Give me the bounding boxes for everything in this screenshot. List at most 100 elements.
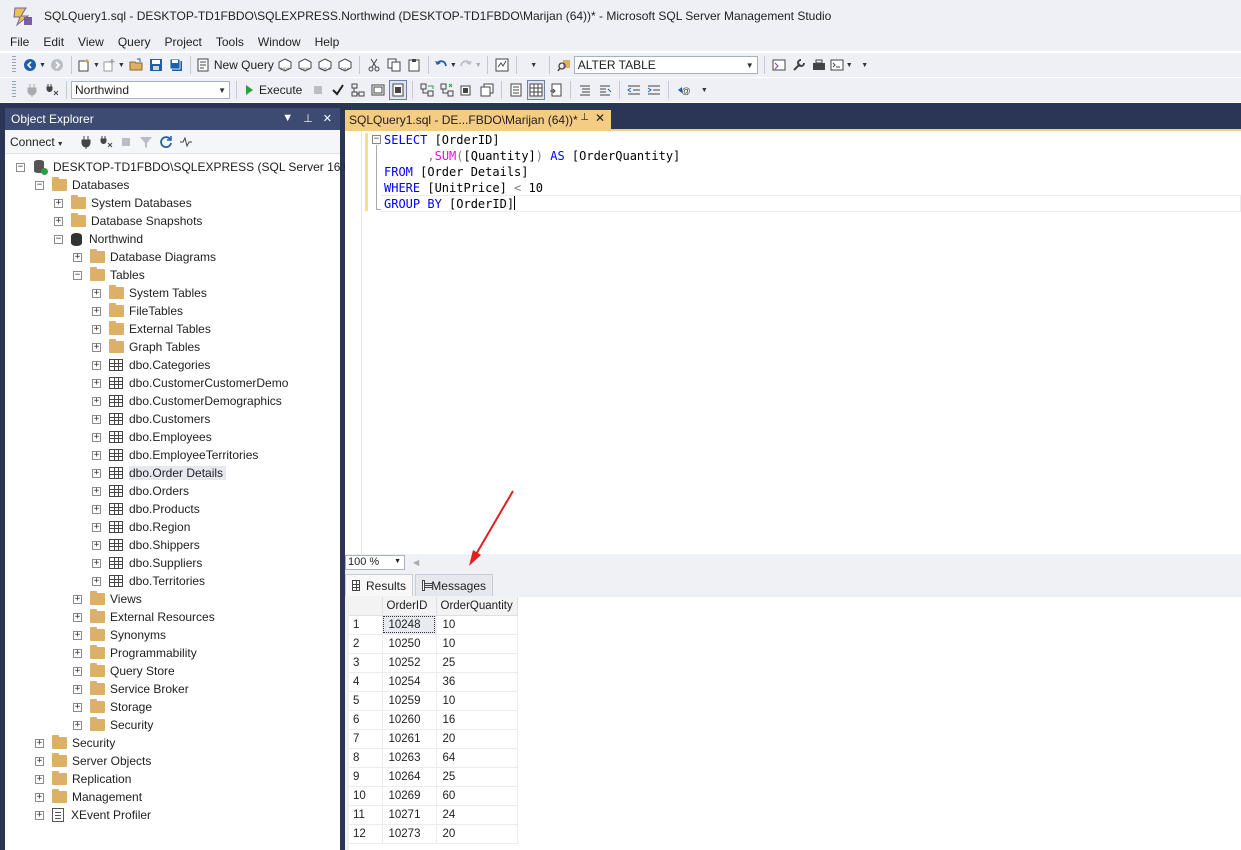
xmla-query-button[interactable]: XMLA <box>316 55 334 75</box>
expand-icon[interactable]: + <box>73 684 82 694</box>
row-number-cell[interactable]: 5 <box>349 691 383 711</box>
row-number-header[interactable] <box>349 597 383 616</box>
activity-monitor-button[interactable] <box>177 132 195 152</box>
menu-tools[interactable]: Tools <box>210 35 252 49</box>
tree-node[interactable]: + dbo.EmployeeTerritories <box>92 446 258 464</box>
forward-button[interactable] <box>48 55 66 75</box>
find-combo[interactable]: ALTER TABLE ▼ <box>573 56 758 74</box>
expand-icon[interactable]: + <box>73 612 82 622</box>
collapse-icon[interactable]: − <box>16 162 25 172</box>
expand-icon[interactable]: + <box>73 720 82 730</box>
increase-indent-button[interactable] <box>645 80 663 100</box>
table-row[interactable]: 8 10263 64 <box>349 748 518 768</box>
row-number-cell[interactable]: 12 <box>349 824 383 844</box>
tree-node[interactable]: + dbo.Region <box>92 518 190 536</box>
new-query-button[interactable]: New Query <box>196 55 274 75</box>
table-row[interactable]: 9 10264 25 <box>349 767 518 787</box>
zoom-combo[interactable]: 100 % ▼ <box>345 554 405 570</box>
expand-icon[interactable]: + <box>92 324 101 334</box>
column-header-orderid[interactable]: OrderID <box>382 597 437 616</box>
expand-icon[interactable]: + <box>92 468 101 478</box>
new-project-button[interactable]: ▼ <box>77 55 100 75</box>
tree-node[interactable]: + Views <box>73 590 142 608</box>
tree-node[interactable]: − DESKTOP-TD1FBDO\SQLEXPRESS (SQL Server … <box>16 158 373 176</box>
tree-node[interactable]: + Security <box>35 734 115 752</box>
tree-node[interactable]: + Storage <box>73 698 152 716</box>
toolbar-overflow-button[interactable]: ▼ <box>855 55 873 75</box>
tree-node[interactable]: + dbo.Suppliers <box>92 554 202 572</box>
expand-icon[interactable]: + <box>73 252 82 262</box>
stop-button[interactable] <box>117 132 135 152</box>
row-number-cell[interactable]: 11 <box>349 805 383 825</box>
toolbar-grip[interactable] <box>12 56 16 74</box>
tree-node[interactable]: + XEvent Profiler <box>35 806 151 824</box>
connect-dropdown[interactable]: Connect ▼ <box>10 135 64 149</box>
orderquantity-cell[interactable]: 16 <box>436 710 518 730</box>
menu-edit[interactable]: Edit <box>37 35 72 49</box>
comment-button[interactable] <box>576 80 594 100</box>
table-row[interactable]: 10 10269 60 <box>349 786 518 806</box>
save-all-button[interactable] <box>167 55 185 75</box>
orderid-cell[interactable]: 10263 <box>382 748 437 768</box>
orderid-cell[interactable]: 10261 <box>382 729 437 749</box>
expand-icon[interactable]: + <box>92 288 101 298</box>
solution-explorer-button[interactable] <box>770 55 788 75</box>
tree-node[interactable]: + Service Broker <box>73 680 189 698</box>
row-number-cell[interactable]: 1 <box>349 615 383 635</box>
menu-window[interactable]: Window <box>252 35 309 49</box>
table-row[interactable]: 1 10248 10 <box>349 615 518 635</box>
orderquantity-cell[interactable]: 24 <box>436 805 518 825</box>
orderquantity-cell[interactable]: 10 <box>436 691 518 711</box>
results-to-grid-active[interactable] <box>527 80 546 100</box>
tree-node[interactable]: + FileTables <box>92 302 183 320</box>
mdx-query-button[interactable]: MDX <box>276 55 294 75</box>
row-number-cell[interactable]: 4 <box>349 672 383 692</box>
expand-icon[interactable]: + <box>92 396 101 406</box>
close-tab-icon[interactable]: ✕ <box>595 111 605 125</box>
orderid-cell[interactable]: 10271 <box>382 805 437 825</box>
orderid-cell[interactable]: 10273 <box>382 824 437 844</box>
tree-node[interactable]: + Database Diagrams <box>73 248 216 266</box>
copy-button[interactable] <box>385 55 403 75</box>
orderquantity-cell[interactable]: 60 <box>436 786 518 806</box>
row-number-cell[interactable]: 9 <box>349 767 383 787</box>
tree-node[interactable]: + Query Store <box>73 662 175 680</box>
menu-view[interactable]: View <box>72 35 112 49</box>
expand-icon[interactable]: + <box>92 540 101 550</box>
table-row[interactable]: 5 10259 10 <box>349 691 518 711</box>
tree-node[interactable]: + dbo.Categories <box>92 356 210 374</box>
expand-icon[interactable]: + <box>92 504 101 514</box>
orderquantity-cell[interactable]: 25 <box>436 653 518 673</box>
refresh-button[interactable] <box>157 132 175 152</box>
tree-node[interactable]: − Northwind <box>54 230 143 248</box>
table-row[interactable]: 4 10254 36 <box>349 672 518 692</box>
orderid-cell[interactable]: 10252 <box>382 653 437 673</box>
table-row[interactable]: 6 10260 16 <box>349 710 518 730</box>
table-row[interactable]: 3 10252 25 <box>349 653 518 673</box>
menu-query[interactable]: Query <box>112 35 159 49</box>
table-row[interactable]: 7 10261 20 <box>349 729 518 749</box>
dmx-query-button[interactable]: DMX <box>296 55 314 75</box>
back-button[interactable]: ▼ <box>23 55 46 75</box>
results-to-grid-button[interactable] <box>389 80 408 100</box>
row-number-cell[interactable]: 2 <box>349 634 383 654</box>
orderquantity-cell[interactable]: 64 <box>436 748 518 768</box>
tree-node[interactable]: + dbo.Orders <box>92 482 189 500</box>
tree-node[interactable]: + dbo.Order Details <box>92 464 227 482</box>
row-number-cell[interactable]: 6 <box>349 710 383 730</box>
query-designer-button[interactable] <box>369 80 387 100</box>
expand-icon[interactable]: + <box>54 216 63 226</box>
tree-node[interactable]: + External Resources <box>73 608 215 626</box>
expand-icon[interactable]: + <box>92 522 101 532</box>
find-button[interactable] <box>555 55 573 75</box>
tree-node[interactable]: + dbo.CustomerDemographics <box>92 392 282 410</box>
paste-button[interactable] <box>405 55 423 75</box>
tab-results[interactable]: Results <box>345 574 413 596</box>
expand-icon[interactable]: + <box>92 414 101 424</box>
expand-icon[interactable]: + <box>35 792 44 802</box>
expand-icon[interactable]: + <box>35 774 44 784</box>
orderquantity-cell[interactable]: 20 <box>436 729 518 749</box>
expand-icon[interactable]: + <box>54 198 63 208</box>
change-connection-button[interactable] <box>43 80 61 100</box>
collapse-outline-icon[interactable]: − <box>372 135 381 144</box>
